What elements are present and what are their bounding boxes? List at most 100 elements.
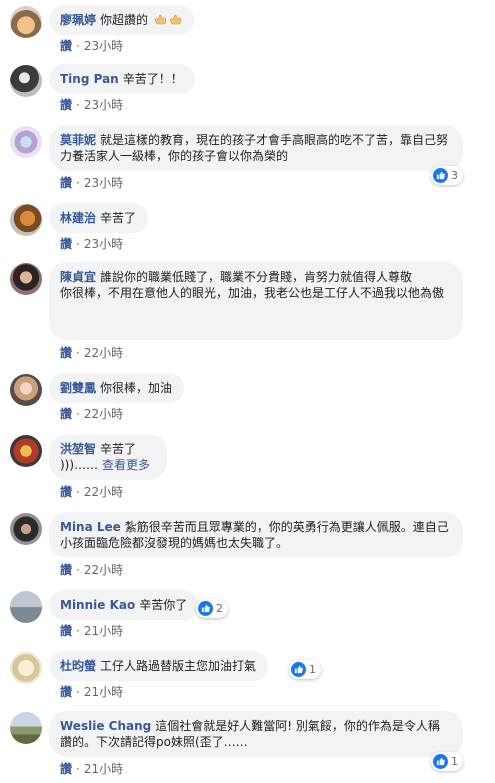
avatar[interactable]	[10, 374, 42, 406]
reaction-count: 1	[451, 755, 458, 768]
commenter-name[interactable]: Ting Pan	[60, 72, 119, 86]
comment-text: 辛苦了	[100, 211, 137, 225]
timestamp[interactable]: 21小時	[84, 685, 123, 699]
separator: ·	[76, 563, 80, 577]
reaction-count-badge[interactable]: 1	[289, 660, 321, 679]
like-link[interactable]: 讚	[60, 762, 72, 776]
commenter-name[interactable]: 廖珮婷	[60, 13, 96, 27]
like-link[interactable]: 讚	[60, 176, 72, 190]
avatar[interactable]	[10, 6, 42, 38]
comment-actions: 讚 · 22小時	[60, 407, 123, 421]
comment-bubble: 杜昀螢 工仔人路過替版主您加油打氣	[49, 651, 269, 681]
comment-actions: 讚 · 23小時	[60, 176, 123, 190]
separator: ·	[76, 237, 80, 251]
comment-bubble: 林建治 辛苦了	[49, 203, 149, 233]
comment-text: 就是這樣的教育，現在的孩子才會手高眼高的吃不了苦，靠自己努力養活家人一級棒，你的…	[60, 133, 449, 163]
comment-text: 誰說你的職業低賤了，職業不分貴賤，肯努力就值得人尊敬 你很棒，不用在意他人的眼光…	[60, 270, 445, 300]
comment-text: 你超讚的	[100, 13, 149, 27]
reaction-count-badge[interactable]: 2	[196, 599, 228, 618]
commenter-name[interactable]: 莫菲妮	[60, 133, 96, 147]
separator: ·	[76, 485, 80, 499]
comment-bubble: Weslie Chang 這個社會就是好人難當阿! 別氣餒，你的作為是令人稱讚的。…	[49, 711, 463, 757]
reaction-count-badge[interactable]: 3	[431, 166, 463, 185]
reaction-count: 1	[309, 663, 316, 676]
like-link[interactable]: 讚	[60, 624, 72, 638]
avatar[interactable]	[10, 591, 42, 623]
timestamp[interactable]: 23小時	[84, 98, 123, 112]
like-link[interactable]: 讚	[60, 98, 72, 112]
comment-actions: 讚 · 21小時	[60, 685, 123, 699]
avatar[interactable]	[10, 126, 42, 158]
avatar[interactable]	[10, 712, 42, 744]
like-link[interactable]: 讚	[60, 346, 72, 360]
like-link[interactable]: 讚	[60, 237, 72, 251]
comment-bubble: 劉雙鳳 你很棒，加油	[49, 373, 185, 403]
comment-bubble: Minnie Kao 辛苦你了	[49, 590, 200, 620]
separator: ·	[76, 176, 80, 190]
separator: ·	[76, 346, 80, 360]
like-link[interactable]: 讚	[60, 407, 72, 421]
comment-text: 辛苦了！！	[122, 72, 183, 86]
avatar[interactable]	[10, 263, 42, 295]
thumbs-up-emoji-icon	[154, 14, 166, 25]
comment-bubble: 洪堃智 辛苦了 )))…… 查看更多	[49, 434, 167, 480]
like-reaction-icon	[433, 168, 448, 183]
like-reaction-icon	[291, 662, 306, 677]
commenter-name[interactable]: Mina Lee	[60, 520, 121, 534]
like-link[interactable]: 讚	[60, 39, 72, 53]
commenter-name[interactable]: 杜昀螢	[60, 659, 96, 673]
commenter-name[interactable]: 陳貞宜	[60, 270, 96, 284]
reaction-count: 3	[451, 169, 458, 182]
separator: ·	[76, 407, 80, 421]
commenter-name[interactable]: 洪堃智	[60, 442, 96, 456]
timestamp[interactable]: 22小時	[84, 346, 123, 360]
like-link[interactable]: 讚	[60, 563, 72, 577]
comment-actions: 讚 · 23小時	[60, 237, 123, 251]
comment-text: 工仔人路過替版主您加油打氣	[100, 659, 257, 673]
timestamp[interactable]: 22小時	[84, 485, 123, 499]
avatar[interactable]	[10, 652, 42, 684]
commenter-name[interactable]: 林建治	[60, 211, 96, 225]
separator: ·	[76, 624, 80, 638]
timestamp[interactable]: 23小時	[84, 176, 123, 190]
reaction-count: 2	[216, 602, 223, 615]
timestamp[interactable]: 22小時	[84, 407, 123, 421]
thumbs-up-emoji-icon	[169, 14, 181, 25]
commenter-name[interactable]: Minnie Kao	[60, 598, 135, 612]
avatar[interactable]	[10, 65, 42, 97]
comment-bubble: 陳貞宜 誰說你的職業低賤了，職業不分貴賤，肯努力就值得人尊敬 你很棒，不用在意他人…	[49, 262, 463, 340]
timestamp[interactable]: 21小時	[84, 762, 123, 776]
separator: ·	[76, 685, 80, 699]
reaction-count-badge[interactable]: 1	[431, 752, 463, 771]
avatar[interactable]	[10, 435, 42, 467]
separator: ·	[76, 762, 80, 776]
commenter-name[interactable]: Weslie Chang	[60, 719, 151, 733]
comment-actions: 讚 · 22小時	[60, 346, 123, 360]
comment-bubble: 廖珮婷 你超讚的	[49, 5, 194, 35]
comment-text: 你很棒，加油	[100, 381, 173, 395]
timestamp[interactable]: 23小時	[84, 39, 123, 53]
comment-actions: 讚 · 22小時	[60, 563, 123, 577]
avatar[interactable]	[10, 513, 42, 545]
like-link[interactable]: 讚	[60, 685, 72, 699]
comment-actions: 讚 · 23小時	[60, 98, 123, 112]
comment-bubble: Mina Lee 紮筋很辛苦而且眾專業的，你的英勇行為更讓人佩服。連自己小孩面臨危…	[49, 512, 463, 558]
commenter-name[interactable]: 劉雙鳳	[60, 381, 96, 395]
like-link[interactable]: 讚	[60, 485, 72, 499]
comment-bubble: Ting Pan 辛苦了！！	[49, 64, 195, 94]
comment-actions: 讚 · 22小時	[60, 485, 123, 499]
like-reaction-icon	[198, 601, 213, 616]
comment-actions: 讚 · 23小時	[60, 39, 123, 53]
comment-actions: 讚 · 21小時	[60, 762, 123, 776]
see-more-link[interactable]: 查看更多	[102, 458, 150, 472]
comment-actions: 讚 · 21小時	[60, 624, 123, 638]
separator: ·	[76, 98, 80, 112]
comment-bubble: 莫菲妮 就是這樣的教育，現在的孩子才會手高眼高的吃不了苦，靠自己努力養活家人一級棒…	[49, 125, 463, 171]
avatar[interactable]	[10, 204, 42, 236]
timestamp[interactable]: 23小時	[84, 237, 123, 251]
comment-text: 辛苦你了	[139, 598, 188, 612]
like-reaction-icon	[433, 754, 448, 769]
separator: ·	[76, 39, 80, 53]
timestamp[interactable]: 22小時	[84, 563, 123, 577]
timestamp[interactable]: 21小時	[84, 624, 123, 638]
